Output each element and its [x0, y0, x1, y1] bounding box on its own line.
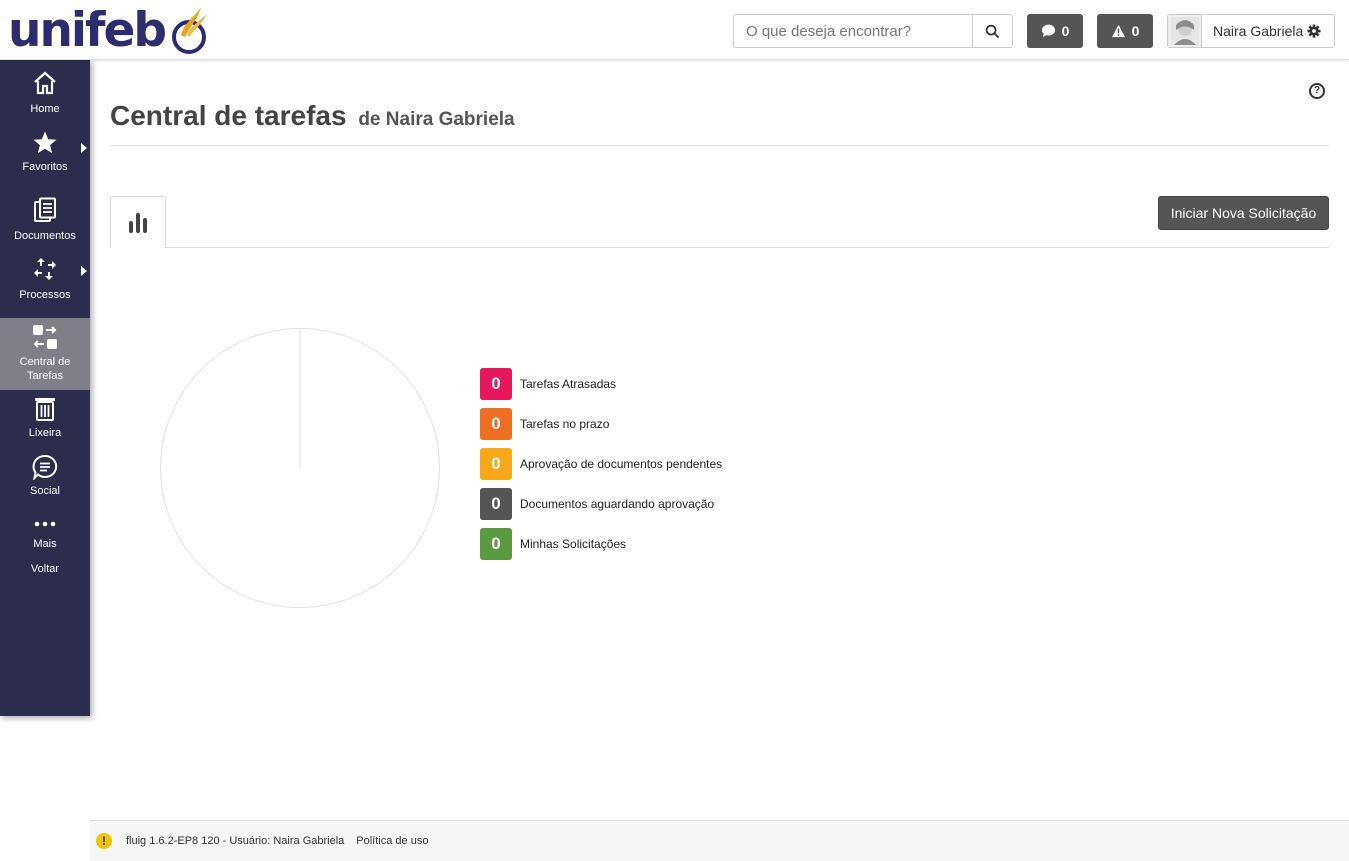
legend-count-badge: 0: [480, 448, 512, 480]
legend-label: Documentos aguardando aprovação: [520, 497, 715, 511]
logo-flame-icon: [172, 7, 207, 54]
social-icon: [32, 454, 58, 480]
sidebar-item-label: Voltar: [30, 563, 60, 575]
star-icon: [33, 131, 57, 154]
top-bar: unifeb 0 0: [0, 0, 1349, 60]
warning-icon: [1111, 24, 1125, 38]
sidebar-item-label: Documentos: [14, 230, 76, 242]
sidebar-item-central-de-tarefas[interactable]: Central de Tarefas: [0, 318, 90, 390]
page-title: Central de tarefas de Naira Gabriela: [110, 100, 515, 132]
logo-text: unifeb: [8, 2, 167, 58]
legend-label: Tarefas Atrasadas: [520, 377, 617, 391]
sidebar-item-label: Central de Tarefas: [19, 356, 71, 382]
chat-bubble-icon: [1041, 24, 1055, 38]
legend-count-badge: 0: [480, 528, 512, 560]
user-menu[interactable]: Naira Gabriela: [1167, 14, 1335, 48]
title-divider: [110, 145, 1329, 146]
bar-chart-icon: [129, 212, 147, 233]
search-input[interactable]: [734, 15, 972, 47]
sidebar-item-label: Favoritos: [22, 161, 68, 173]
sidebar-item-label: Processos: [19, 289, 71, 301]
user-avatar-icon: [1170, 17, 1199, 45]
search-button[interactable]: [972, 15, 1012, 47]
avatar: [1168, 15, 1202, 47]
legend-count-badge: 0: [480, 488, 512, 520]
help-icon[interactable]: ?: [1309, 83, 1325, 99]
sidebar-item-processos[interactable]: Processos: [0, 256, 90, 304]
legend-item-aguardando-aprovacao[interactable]: 0 Documentos aguardando aprovação: [480, 488, 780, 520]
submenu-caret-icon: [81, 266, 87, 276]
sidebar-item-social[interactable]: Social: [0, 454, 90, 502]
gear-icon[interactable]: [1307, 24, 1321, 38]
sidebar-item-label: Lixeira: [28, 427, 62, 439]
legend-item-minhas-solicitacoes[interactable]: 0 Minhas Solicitações: [480, 528, 780, 560]
sidebar-item-mais[interactable]: Mais: [0, 520, 90, 554]
task-pie-chart: [160, 328, 440, 608]
more-dots-icon: [34, 521, 56, 527]
unifeb-logo[interactable]: unifeb: [8, 4, 223, 56]
user-name: Naira Gabriela: [1213, 23, 1304, 39]
legend-count-badge: 0: [480, 368, 512, 400]
trash-icon: [35, 398, 55, 421]
messages-count: 0: [1061, 23, 1070, 39]
search-box: [733, 14, 1013, 48]
sidebar-item-voltar[interactable]: Voltar: [0, 562, 90, 580]
footer: ! fluig 1.6.2-EP8 120 - Usuário: Naira G…: [90, 820, 1349, 861]
main-content: ? Central de tarefas de Naira Gabriela I…: [90, 60, 1349, 820]
page-title-text: Central de tarefas: [110, 100, 347, 131]
page-subtitle: de Naira Gabriela: [358, 109, 515, 130]
legend-item-atrasadas[interactable]: 0 Tarefas Atrasadas: [480, 368, 780, 400]
policy-link[interactable]: Política de uso: [356, 835, 428, 847]
home-icon: [34, 71, 56, 95]
legend-count-badge: 0: [480, 408, 512, 440]
sidebar-item-home[interactable]: Home: [0, 70, 90, 118]
warning-circle-icon[interactable]: !: [96, 833, 112, 849]
sidebar-item-label: Home: [30, 103, 60, 115]
task-central-icon: [33, 325, 57, 349]
search-icon: [985, 24, 1000, 38]
legend-label: Minhas Solicitações: [520, 537, 627, 551]
sidebar-item-favoritos[interactable]: Favoritos: [0, 130, 90, 178]
legend-label: Tarefas no prazo: [520, 417, 610, 431]
sidebar-item-label: Mais: [33, 538, 57, 550]
submenu-caret-icon: [81, 143, 87, 153]
messages-button[interactable]: 0: [1027, 14, 1083, 48]
alerts-count: 0: [1131, 23, 1140, 39]
legend-item-no-prazo[interactable]: 0 Tarefas no prazo: [480, 408, 780, 440]
sidebar-item-documentos[interactable]: Documentos: [0, 197, 90, 245]
sidebar-item-label: Social: [30, 485, 60, 497]
sidebar: Home Favoritos Documentos Processos Cent…: [0, 60, 90, 716]
legend-item-aprovacao-pendentes[interactable]: 0 Aprovação de documentos pendentes: [480, 448, 780, 480]
footer-version: fluig 1.6.2-EP8 120 - Usuário: Naira Gab…: [126, 835, 345, 847]
documents-icon: [34, 197, 56, 222]
alerts-button[interactable]: 0: [1097, 14, 1153, 48]
tab-baseline: [165, 247, 1329, 248]
new-request-button[interactable]: Iniciar Nova Solicitação: [1158, 196, 1329, 230]
legend-label: Aprovação de documentos pendentes: [520, 457, 723, 471]
sidebar-item-lixeira[interactable]: Lixeira: [0, 396, 90, 444]
tab-chart[interactable]: [110, 196, 166, 248]
processes-icon: [34, 258, 56, 280]
